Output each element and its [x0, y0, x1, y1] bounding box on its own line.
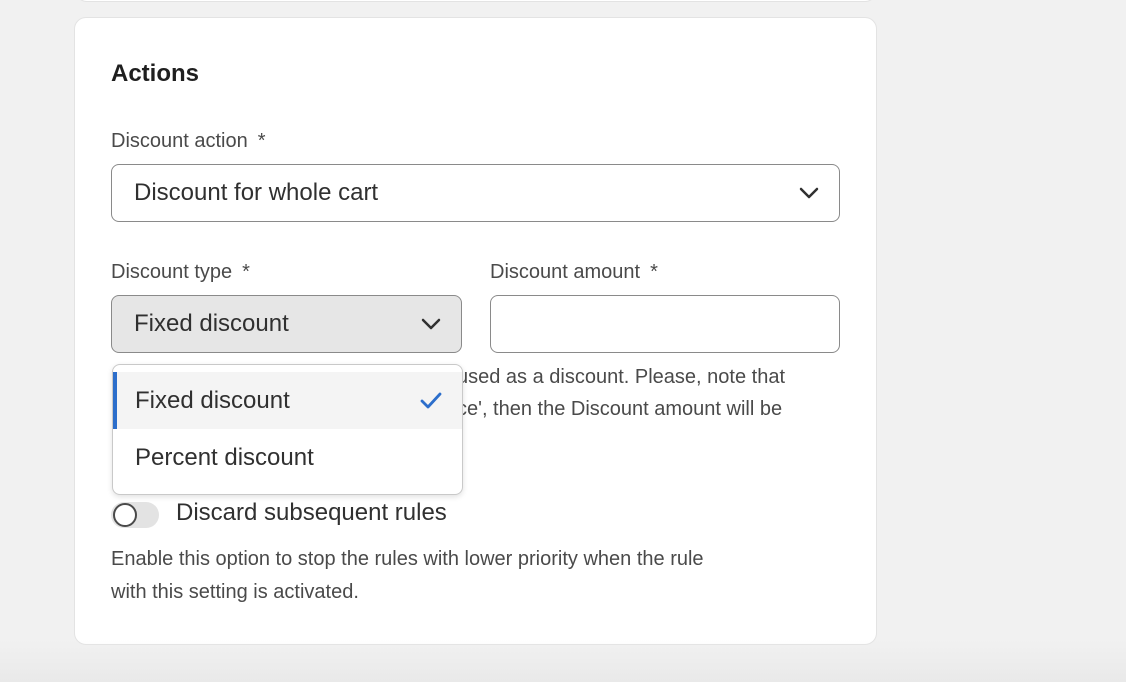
discount-action-select[interactable]: Discount for whole cart: [111, 164, 840, 222]
chevron-down-icon: [799, 187, 819, 199]
required-mark: *: [242, 261, 250, 283]
discount-amount-input[interactable]: [490, 295, 840, 353]
discount-amount-label: Discount amount *: [490, 261, 658, 284]
option-fixed-discount[interactable]: Fixed discount: [113, 372, 462, 429]
toggle-knob: [113, 503, 137, 527]
actions-card: Actions Discount action * Discount for wh…: [74, 17, 877, 645]
discount-type-help-line1: used as a discount. Please, note that: [457, 366, 785, 388]
discount-type-select[interactable]: Fixed discount: [111, 295, 462, 353]
discount-action-label-text: Discount action: [111, 130, 248, 152]
discard-rules-label: Discard subsequent rules: [176, 499, 447, 526]
card-title: Actions: [111, 60, 200, 87]
discard-rules-help-line1: Enable this option to stop the rules wit…: [111, 548, 704, 570]
discount-type-label: Discount type *: [111, 261, 250, 284]
bottom-fade: [0, 640, 1126, 682]
discard-rules-toggle[interactable]: [111, 502, 159, 528]
previous-card: [75, 0, 877, 2]
discount-type-help-line2: ce', then the Discount amount will be: [457, 398, 783, 420]
option-percent-discount[interactable]: Percent discount: [113, 429, 462, 486]
discount-amount-label-text: Discount amount: [490, 261, 641, 283]
discount-action-label: Discount action *: [111, 130, 266, 153]
chevron-down-icon: [421, 318, 441, 330]
required-mark: *: [650, 261, 658, 283]
checkmark-icon: [420, 392, 442, 408]
discount-type-dropdown: Fixed discount Percent discount: [112, 364, 463, 495]
page: Actions Discount action * Discount for wh…: [0, 0, 1126, 682]
required-mark: *: [257, 130, 266, 152]
discount-action-value: Discount for whole cart: [134, 179, 379, 206]
discount-type-value: Fixed discount: [134, 310, 289, 337]
option-label: Percent discount: [135, 443, 314, 471]
option-label: Fixed discount: [135, 386, 290, 414]
discard-rules-help-line2: with this setting is activated.: [111, 581, 359, 603]
discount-type-label-text: Discount type: [111, 261, 233, 283]
